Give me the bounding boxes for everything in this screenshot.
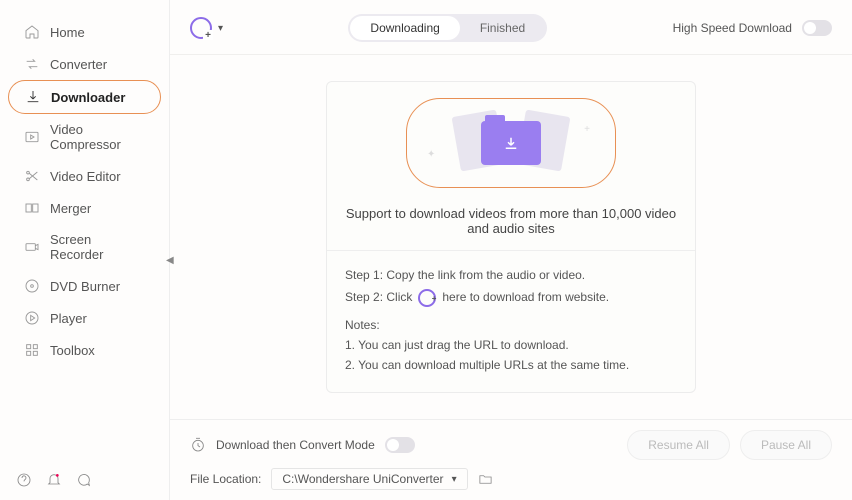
sparkle-icon: ✦ <box>427 149 435 160</box>
topbar: ▾ Downloading Finished High Speed Downlo… <box>170 0 852 55</box>
sidebar-item-label: Video Editor <box>50 169 121 184</box>
timer-icon[interactable] <box>190 437 206 453</box>
sidebar-item-label: Merger <box>50 201 91 216</box>
toolbox-icon <box>24 342 40 358</box>
notes-heading: Notes: <box>345 315 677 335</box>
sidebar-item-converter[interactable]: Converter <box>8 48 161 80</box>
home-icon <box>24 24 40 40</box>
sidebar-item-label: DVD Burner <box>50 279 120 294</box>
sidebar-bottom <box>0 460 169 500</box>
file-location-label: File Location: <box>190 472 261 486</box>
download-icon <box>25 89 41 105</box>
sidebar-item-dvd[interactable]: DVD Burner <box>8 270 161 302</box>
bottombar: Download then Convert Mode Resume All Pa… <box>170 419 852 500</box>
high-speed-download: High Speed Download <box>673 20 832 36</box>
sidebar-item-label: Player <box>50 311 87 326</box>
convert-mode-label: Download then Convert Mode <box>216 438 375 452</box>
chevron-down-icon: ▾ <box>218 23 223 34</box>
step1-text: Step 1: Copy the link from the audio or … <box>345 265 677 287</box>
link-icon <box>190 17 212 39</box>
sidebar-item-label: Downloader <box>51 90 125 105</box>
play-icon <box>24 310 40 326</box>
link-icon <box>418 289 436 307</box>
sidebar-item-home[interactable]: Home <box>8 16 161 48</box>
paste-url-button[interactable]: ▾ <box>190 17 223 39</box>
status-tabs: Downloading Finished <box>348 14 547 42</box>
sidebar: Home Converter Downloader Video Compress… <box>0 0 170 500</box>
sidebar-item-label: Converter <box>50 57 107 72</box>
sidebar-item-downloader[interactable]: Downloader <box>8 80 161 114</box>
sidebar-item-label: Toolbox <box>50 343 95 358</box>
sidebar-item-merger[interactable]: Merger <box>8 192 161 224</box>
chat-icon[interactable] <box>76 472 92 488</box>
sparkle-icon: + <box>584 124 590 135</box>
convert-mode-toggle[interactable] <box>385 437 415 453</box>
sidebar-item-player[interactable]: Player <box>8 302 161 334</box>
file-location-select[interactable]: C:\Wondershare UniConverter ▾ <box>271 468 467 490</box>
tab-finished[interactable]: Finished <box>460 16 545 40</box>
note2: 2. You can download multiple URLs at the… <box>345 355 677 375</box>
sidebar-item-label: Screen Recorder <box>50 232 145 262</box>
folder-download-icon <box>481 121 541 165</box>
pause-all-button[interactable]: Pause All <box>740 430 832 460</box>
steps: Step 1: Copy the link from the audio or … <box>327 251 695 308</box>
compressor-icon <box>24 129 40 145</box>
drop-zone[interactable]: ✦ + <box>406 98 616 188</box>
sidebar-item-toolbox[interactable]: Toolbox <box>8 334 161 366</box>
tab-downloading[interactable]: Downloading <box>350 16 459 40</box>
sidebar-item-label: Video Compressor <box>50 122 145 152</box>
camera-icon <box>24 239 40 255</box>
content-area: ✦ + Support to download videos from more… <box>170 55 852 419</box>
hsd-toggle[interactable] <box>802 20 832 36</box>
bell-icon[interactable] <box>46 472 62 488</box>
empty-state-panel: ✦ + Support to download videos from more… <box>326 81 696 392</box>
notes: Notes: 1. You can just drag the URL to d… <box>327 309 695 376</box>
scissors-icon <box>24 168 40 184</box>
resume-all-button[interactable]: Resume All <box>627 430 730 460</box>
disc-icon <box>24 278 40 294</box>
sidebar-item-recorder[interactable]: Screen Recorder <box>8 224 161 270</box>
sidebar-item-label: Home <box>50 25 85 40</box>
step2-text: Step 2: Click here to download from webs… <box>345 287 677 309</box>
merger-icon <box>24 200 40 216</box>
file-location-path: C:\Wondershare UniConverter <box>282 472 443 486</box>
main: ▾ Downloading Finished High Speed Downlo… <box>170 0 852 500</box>
sidebar-item-editor[interactable]: Video Editor <box>8 160 161 192</box>
hsd-label: High Speed Download <box>673 21 792 35</box>
converter-icon <box>24 56 40 72</box>
support-text: Support to download videos from more tha… <box>327 196 695 250</box>
chevron-down-icon: ▾ <box>452 474 457 485</box>
open-folder-button[interactable] <box>478 472 493 487</box>
sidebar-item-compressor[interactable]: Video Compressor <box>8 114 161 160</box>
sidebar-collapse-handle[interactable]: ◀ <box>166 255 174 271</box>
note1: 1. You can just drag the URL to download… <box>345 335 677 355</box>
help-icon[interactable] <box>16 472 32 488</box>
